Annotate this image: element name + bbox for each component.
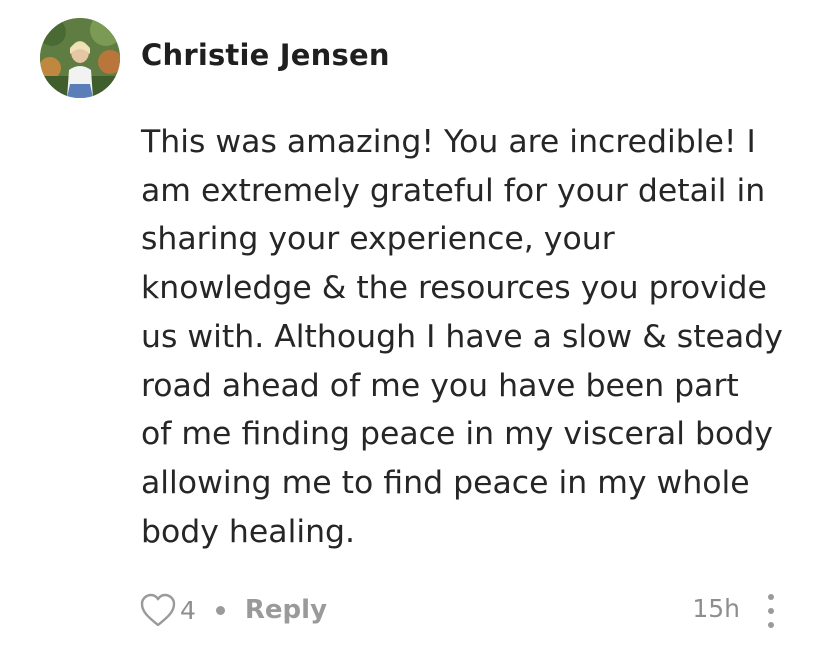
like-count: 4: [180, 595, 196, 625]
more-dot: [768, 594, 774, 600]
comment-actions: 4 Reply: [138, 588, 327, 632]
separator-dot: [215, 605, 225, 615]
comment-card: Christie Jensen This was amazing! You ar…: [0, 0, 828, 667]
author-name[interactable]: Christie Jensen: [141, 38, 390, 72]
timestamp: 15h: [692, 594, 740, 623]
avatar[interactable]: [40, 18, 120, 98]
profile-photo-icon: [40, 18, 120, 98]
more-dot: [768, 608, 774, 614]
reply-button[interactable]: Reply: [245, 595, 327, 625]
heart-icon[interactable]: [138, 590, 178, 630]
comment-text: This was amazing! You are incredible! I …: [141, 124, 783, 550]
more-dot: [768, 622, 774, 628]
more-options-icon[interactable]: [765, 594, 777, 628]
